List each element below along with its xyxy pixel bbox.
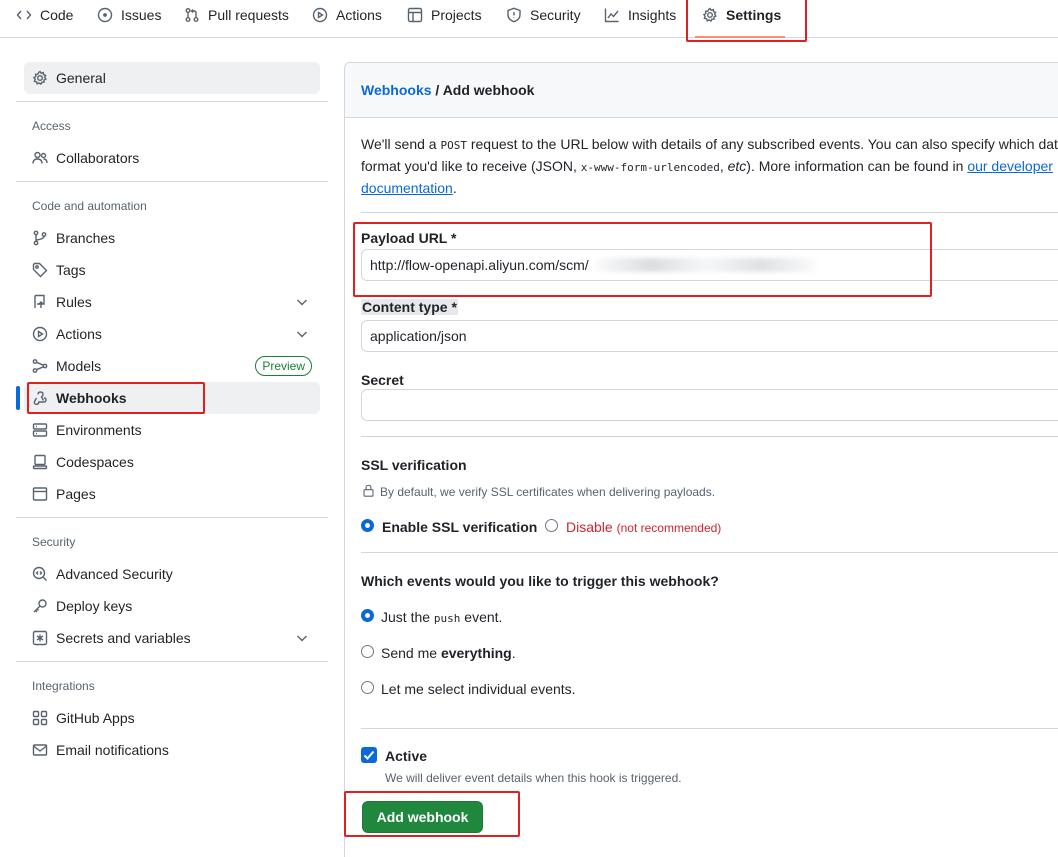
sidebar-divider bbox=[16, 661, 328, 662]
sidebar-item-actions[interactable]: Actions bbox=[24, 318, 320, 350]
active-note: We will deliver event details when this … bbox=[385, 771, 682, 785]
sidebar-item-tags[interactable]: Tags bbox=[24, 254, 320, 286]
codescan-icon bbox=[32, 566, 47, 581]
event-push-radio[interactable] bbox=[361, 609, 374, 622]
preview-badge: Preview bbox=[255, 356, 312, 376]
event-everything-label[interactable]: Send me everything. bbox=[381, 645, 516, 661]
active-tab-indicator bbox=[695, 36, 785, 38]
chevron-down-icon[interactable] bbox=[294, 630, 310, 646]
event-individual-radio[interactable] bbox=[361, 681, 374, 694]
play-icon bbox=[312, 7, 328, 23]
section-divider bbox=[361, 212, 1058, 213]
sidebar-item-advanced-security[interactable]: Advanced Security bbox=[24, 558, 320, 590]
sidebar-item-rules[interactable]: Rules bbox=[24, 286, 320, 318]
tab-code[interactable]: Code bbox=[16, 0, 73, 30]
repo-push-icon bbox=[34, 294, 45, 308]
ssl-disable-radio[interactable] bbox=[545, 519, 558, 532]
events-heading: Which events would you like to trigger t… bbox=[361, 573, 719, 589]
event-individual-label[interactable]: Let me select individual events. bbox=[381, 681, 576, 697]
server-icon bbox=[32, 423, 48, 437]
sidebar-item-github-apps[interactable]: GitHub Apps bbox=[24, 702, 320, 734]
mail-icon bbox=[32, 744, 48, 756]
sidebar-item-collaborators[interactable]: Collaborators bbox=[24, 142, 320, 174]
ssl-enable-radio[interactable] bbox=[361, 519, 374, 532]
breadcrumb-webhooks-link[interactable]: Webhooks bbox=[361, 82, 432, 98]
sidebar-item-webhooks[interactable]: Webhooks bbox=[24, 382, 320, 414]
gear-icon bbox=[32, 70, 47, 86]
chevron-down-icon[interactable] bbox=[294, 294, 310, 310]
chevron-down-icon[interactable] bbox=[294, 326, 310, 342]
gear-icon bbox=[702, 7, 717, 23]
people-icon bbox=[32, 151, 48, 164]
section-divider bbox=[361, 728, 1058, 729]
lock-icon bbox=[363, 484, 374, 497]
active-label[interactable]: Active bbox=[385, 748, 427, 764]
check-icon bbox=[363, 750, 375, 760]
tab-issues[interactable]: Issues bbox=[97, 0, 161, 30]
sidebar-item-general[interactable]: General bbox=[24, 62, 320, 94]
event-push-label[interactable]: Just the push event. bbox=[381, 609, 502, 625]
code-icon bbox=[16, 10, 32, 20]
sidebar-heading-security: Security bbox=[32, 535, 76, 549]
sidebar-item-environments[interactable]: Environments bbox=[24, 414, 320, 446]
breadcrumb: Webhooks / Add webhook bbox=[361, 82, 535, 98]
graph-icon bbox=[604, 8, 619, 23]
git-branch-icon bbox=[33, 230, 47, 246]
sidebar-heading-integrations: Integrations bbox=[32, 679, 95, 693]
codespaces-icon bbox=[32, 454, 48, 470]
sidebar-heading-access: Access bbox=[32, 119, 71, 133]
ssl-disable-label[interactable]: Disable (not recommended) bbox=[566, 519, 721, 535]
page-title: Add webhook bbox=[442, 82, 535, 98]
browser-icon bbox=[32, 487, 48, 501]
event-everything-radio[interactable] bbox=[361, 645, 374, 658]
content-type-label: Content type * bbox=[361, 299, 458, 315]
models-icon bbox=[32, 359, 48, 373]
add-webhook-button[interactable]: Add webhook bbox=[362, 801, 483, 833]
redacted-url-portion bbox=[596, 258, 816, 272]
sidebar-divider bbox=[16, 181, 328, 182]
asterisk-icon bbox=[32, 630, 48, 646]
sidebar-item-models[interactable]: Models Preview bbox=[24, 350, 320, 382]
key-icon bbox=[33, 599, 47, 613]
play-icon bbox=[32, 326, 48, 342]
section-divider bbox=[361, 552, 1058, 553]
tab-actions[interactable]: Actions bbox=[312, 0, 382, 30]
git-pull-request-icon bbox=[185, 8, 199, 22]
repo-nav: Code Issues Pull requests Actions Projec… bbox=[0, 0, 1058, 38]
section-divider bbox=[361, 436, 1058, 437]
panel-header: Webhooks / Add webhook bbox=[345, 63, 1058, 118]
ssl-verification-heading: SSL verification bbox=[361, 457, 467, 473]
sidebar-heading-code-automation: Code and automation bbox=[32, 199, 147, 213]
tab-projects[interactable]: Projects bbox=[407, 0, 482, 30]
tab-insights[interactable]: Insights bbox=[604, 0, 676, 30]
sidebar-divider bbox=[16, 517, 328, 518]
payload-url-label: Payload URL * bbox=[361, 230, 457, 246]
secret-label: Secret bbox=[361, 372, 404, 388]
intro-text: We'll send a POST request to the URL bel… bbox=[361, 136, 1058, 196]
sidebar-item-pages[interactable]: Pages bbox=[24, 478, 320, 510]
shield-icon bbox=[507, 7, 521, 23]
sidebar-item-email-notifications[interactable]: Email notifications bbox=[24, 734, 320, 766]
table-icon bbox=[407, 7, 423, 23]
content-type-select[interactable] bbox=[361, 320, 1058, 352]
issue-opened-icon bbox=[97, 7, 113, 23]
sidebar-item-branches[interactable]: Branches bbox=[24, 222, 320, 254]
sidebar-item-codespaces[interactable]: Codespaces bbox=[24, 446, 320, 478]
selected-item-indicator bbox=[16, 386, 20, 410]
ssl-enable-label[interactable]: Enable SSL verification bbox=[382, 519, 537, 535]
ssl-note: By default, we verify SSL certificates w… bbox=[380, 485, 716, 499]
sidebar-item-secrets-variables[interactable]: Secrets and variables bbox=[24, 622, 320, 654]
tab-settings[interactable]: Settings bbox=[702, 0, 781, 30]
webhook-icon bbox=[33, 391, 47, 406]
tag-icon bbox=[32, 262, 48, 278]
sidebar-divider bbox=[16, 101, 328, 102]
apps-icon bbox=[32, 710, 48, 726]
secret-input[interactable] bbox=[361, 389, 1058, 421]
tab-security[interactable]: Security bbox=[506, 0, 581, 30]
sidebar-item-deploy-keys[interactable]: Deploy keys bbox=[24, 590, 320, 622]
active-checkbox[interactable] bbox=[361, 747, 377, 763]
tab-pull-requests[interactable]: Pull requests bbox=[184, 0, 289, 30]
